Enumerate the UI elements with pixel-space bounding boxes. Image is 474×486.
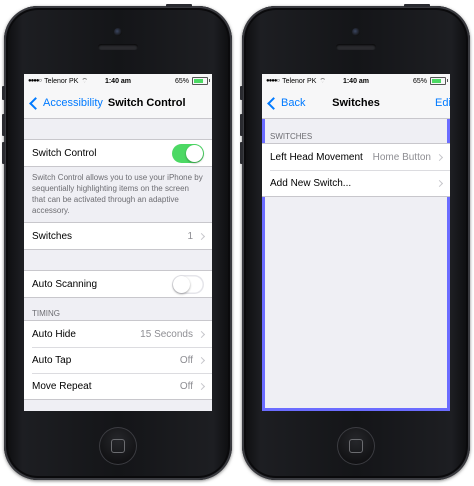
back-button[interactable]: Accessibility — [24, 96, 103, 110]
chevron-left-icon — [29, 96, 42, 110]
toggle-knob — [186, 144, 203, 162]
add-new-switch-label: Add New Switch... — [270, 177, 352, 189]
timing-section-header: TIMING — [32, 309, 60, 318]
add-new-switch-row[interactable]: Add New Switch... — [262, 170, 450, 196]
right-screen: ●●●●○ Telenor PK ⌔ 1:40 am 65% Back Swit… — [262, 74, 450, 411]
signal-icon: ●●●●○ — [28, 78, 42, 84]
home-button[interactable] — [99, 427, 137, 465]
carrier-label: Telenor PK — [44, 77, 79, 85]
volume-down-button — [240, 142, 243, 164]
home-square-icon — [111, 439, 125, 453]
chevron-right-icon — [197, 330, 206, 338]
left-screen: ●●●●○ Telenor PK ⌔ 1:40 am 65% Accessibi… — [24, 74, 212, 411]
switches-list: Left Head Movement Home Button Add New S… — [262, 143, 450, 197]
wifi-icon: ⌔ — [81, 77, 88, 85]
auto-hide-value: 15 Seconds — [140, 328, 193, 340]
back-button[interactable]: Back — [262, 96, 306, 110]
chevron-right-icon — [197, 382, 206, 390]
switch-control-row: Switch Control — [24, 140, 212, 166]
page-title: Switch Control — [107, 97, 186, 109]
home-square-icon — [349, 439, 363, 453]
chevron-right-icon — [435, 179, 444, 187]
front-camera — [352, 28, 360, 36]
switch-control-group: Switch Control — [24, 139, 212, 167]
carrier-label: Telenor PK — [282, 77, 317, 85]
switches-count: 1 — [187, 230, 193, 242]
status-time: 1:40 am — [342, 77, 370, 85]
auto-hide-label: Auto Hide — [32, 328, 76, 340]
auto-hide-row[interactable]: Auto Hide 15 Seconds — [24, 321, 212, 347]
volume-up-button — [2, 114, 5, 136]
switches-label: Switches — [32, 230, 73, 242]
home-button[interactable] — [337, 427, 375, 465]
left-iphone: ●●●●○ Telenor PK ⌔ 1:40 am 65% Accessibi… — [2, 4, 232, 480]
volume-down-button — [2, 142, 5, 164]
switch-control-label: Switch Control — [32, 147, 97, 159]
switches-group: Switches 1 — [24, 222, 212, 250]
status-bar: ●●●●○ Telenor PK ⌔ 1:40 am 65% — [24, 74, 212, 88]
switch-control-toggle[interactable] — [172, 143, 204, 163]
earpiece-speaker — [336, 44, 376, 50]
front-camera — [114, 28, 122, 36]
status-bar: ●●●●○ Telenor PK ⌔ 1:40 am 65% — [262, 74, 450, 88]
navigation-bar: Back Switches Edit — [262, 88, 450, 119]
auto-scanning-toggle[interactable] — [172, 274, 204, 294]
auto-tap-row[interactable]: Auto Tap Off — [24, 347, 212, 373]
right-iphone: ●●●●○ Telenor PK ⌔ 1:40 am 65% Back Swit… — [240, 4, 470, 480]
chevron-right-icon — [197, 356, 206, 364]
sleep-button — [404, 4, 430, 7]
switch-action: Home Button — [372, 151, 431, 163]
earpiece-speaker — [98, 44, 138, 50]
volume-up-button — [240, 114, 243, 136]
back-label: Back — [281, 97, 306, 109]
switches-section-header: SWITCHES — [270, 132, 313, 141]
back-label: Accessibility — [43, 97, 103, 109]
auto-scanning-label: Auto Scanning — [32, 278, 98, 290]
switches-row[interactable]: Switches 1 — [24, 223, 212, 249]
status-time: 1:40 am — [104, 77, 132, 85]
mute-switch — [240, 86, 243, 100]
mute-switch — [2, 86, 5, 100]
move-repeat-label: Move Repeat — [32, 380, 92, 392]
battery-percent: 65% — [174, 77, 189, 85]
wifi-icon: ⌔ — [319, 77, 326, 85]
auto-scanning-group: Auto Scanning — [24, 270, 212, 298]
battery-icon — [430, 77, 448, 85]
auto-tap-value: Off — [179, 354, 193, 366]
switch-row-left-head-movement[interactable]: Left Head Movement Home Button — [262, 144, 450, 170]
sleep-button — [166, 4, 192, 7]
signal-icon: ●●●●○ — [266, 78, 280, 84]
auto-tap-label: Auto Tap — [32, 354, 72, 366]
toggle-knob — [173, 275, 190, 293]
switch-name: Left Head Movement — [270, 151, 363, 163]
battery-percent: 65% — [412, 77, 427, 85]
page-title: Switches — [332, 97, 380, 109]
chevron-right-icon — [197, 232, 206, 240]
auto-scanning-row: Auto Scanning — [24, 271, 212, 297]
switch-control-description: Switch Control allows you to use your iP… — [32, 173, 203, 215]
timing-group: Auto Hide 15 Seconds Auto Tap Off Move R… — [24, 320, 212, 400]
move-repeat-value: Off — [179, 380, 193, 392]
navigation-bar: Accessibility Switch Control — [24, 88, 212, 119]
edit-button[interactable]: Edit — [435, 97, 450, 109]
move-repeat-row[interactable]: Move Repeat Off — [24, 373, 212, 399]
battery-icon — [192, 77, 210, 85]
chevron-right-icon — [435, 153, 444, 161]
chevron-left-icon — [267, 96, 280, 110]
